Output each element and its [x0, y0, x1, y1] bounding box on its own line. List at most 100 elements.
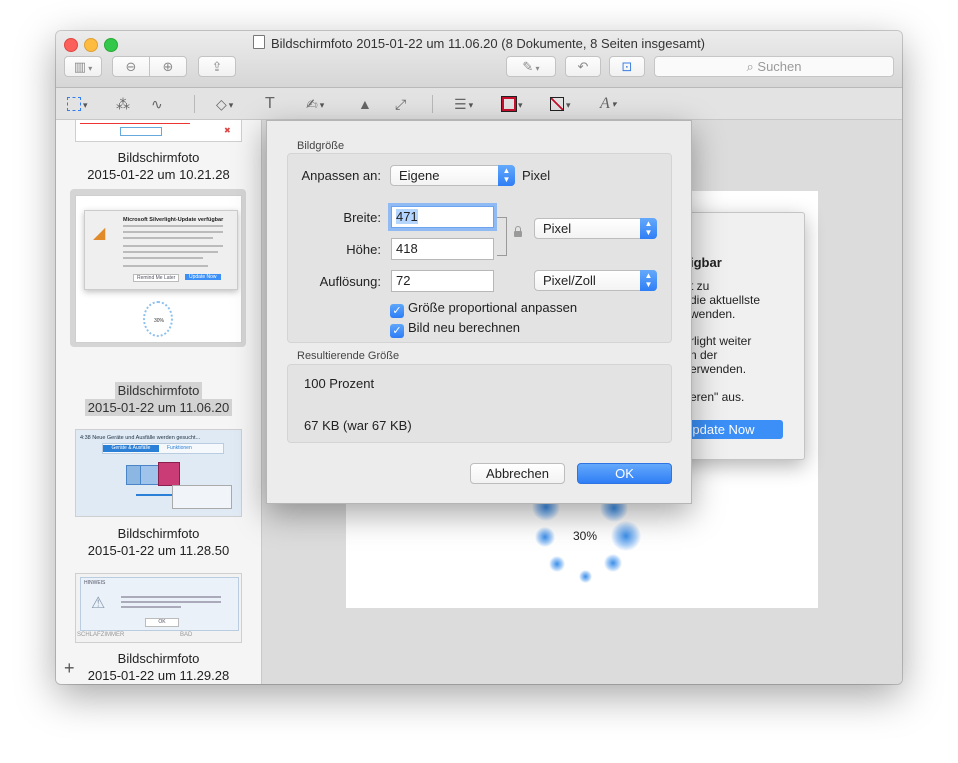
search-input[interactable]: ⌕ Suchen: [654, 56, 894, 77]
thumb-spinner: [143, 301, 173, 337]
toolbar-divider: [194, 95, 195, 113]
signature-tool[interactable]: ✍ ▾: [306, 94, 324, 114]
adjust-color-tool[interactable]: ▲: [358, 94, 372, 114]
border-color-tool[interactable]: ▾: [501, 94, 523, 114]
sidebar-toggle-button[interactable]: ▥ ▾: [64, 56, 102, 77]
height-field[interactable]: 418: [391, 238, 494, 260]
share-button[interactable]: ⇪: [198, 56, 236, 77]
width-field[interactable]: 471: [391, 206, 494, 228]
warning-icon: ⚠: [91, 595, 106, 612]
sketch-tool[interactable]: ∿: [151, 94, 163, 114]
resolution-field[interactable]: 72: [391, 270, 494, 292]
chevron-down-icon: ▾: [83, 100, 88, 110]
thumb-text-line: [121, 606, 181, 608]
share-icon: ⇪: [211, 59, 223, 74]
thumb-tabs: Geräte & Ausfälle Funktionen: [102, 443, 224, 454]
markup-toolbar-button[interactable]: ✎ ▾: [506, 56, 556, 77]
thumb-update-button: Update Now: [185, 274, 221, 280]
resample-label: Bild neu berechnen: [408, 320, 521, 335]
resample-checkbox[interactable]: ✓ Bild neu berechnen: [390, 320, 520, 338]
thumb-close-icon: ✖: [224, 126, 231, 135]
doc-text: n der: [690, 348, 718, 362]
spinner-dot: [579, 570, 592, 583]
thumb-link: [136, 494, 172, 496]
markup-toolbar: ▾ ⁂ ∿ ◇ ▾ T ✍ ▾ ▲ ⤢ ☰ ▾ ▾ ▾ A ▾: [56, 88, 902, 120]
chevron-down-icon: ▾: [566, 100, 571, 110]
doc-text: rlight weiter: [690, 334, 752, 348]
size-unit-select[interactable]: Pixel ▲ ▼: [534, 218, 657, 239]
result-file-size: 67 KB (war 67 KB): [304, 418, 412, 433]
adjust-size-tool[interactable]: ⤢: [395, 94, 406, 114]
result-percent: 100 Prozent: [304, 376, 375, 391]
height-value: 418: [396, 241, 418, 256]
zoom-in-button[interactable]: ⊕: [149, 56, 187, 77]
rotate-button[interactable]: ↶: [565, 56, 601, 77]
search-icon: ⌕: [746, 59, 754, 74]
chevron-down-icon: ▾: [611, 99, 617, 109]
result-size-panel: 100 Prozent 67 KB (war 67 KB): [287, 364, 672, 443]
fit-to-value: Eigene: [399, 168, 440, 183]
title-bar: Bildschirmfoto 2015-01-22 um 11.06.20 (8…: [56, 31, 902, 88]
text-tool[interactable]: T: [265, 94, 275, 114]
thumb-date: 2015-01-22 um 11.29.28: [87, 668, 230, 683]
shapes-icon: ◇: [216, 96, 227, 112]
thumb-text-line: [123, 245, 223, 247]
thumbnail-3[interactable]: 4:38 Neue Geräte und Ausfälle werden ges…: [75, 429, 242, 517]
thumb-text-line: [123, 265, 208, 267]
thumb-tab: Funktionen: [167, 445, 192, 451]
chevron-down-icon: ▾: [518, 100, 523, 110]
toolbar-divider: [432, 95, 433, 113]
resolution-value: 72: [396, 273, 411, 288]
toolbox-button[interactable]: ⊡: [609, 56, 645, 77]
thumbnail-2[interactable]: Microsoft Silverlight-Update verfügbar ◢…: [75, 195, 242, 343]
lock-icon[interactable]: [514, 226, 522, 237]
fit-to-label: Anpassen an:: [301, 168, 381, 183]
zoom-in-icon: ⊕: [162, 59, 174, 74]
doc-text: igbar: [690, 255, 722, 270]
fill-color-icon: [550, 97, 564, 111]
thumbnail-4[interactable]: HINWEIS ⚠ OK SCHLAFZIMMER BAD: [75, 573, 242, 643]
image-size-section-label: Bildgröße: [297, 140, 345, 152]
shapes-tool[interactable]: ◇ ▾: [216, 94, 233, 114]
thumb-room-label: SCHLAFZIMMER: [77, 632, 125, 638]
zoom-out-icon: ⊖: [125, 59, 137, 74]
select-arrows-icon: ▲ ▼: [498, 165, 515, 186]
chevron-down-icon: ▾: [319, 100, 325, 110]
doc-text: die aktuellste: [690, 293, 761, 307]
thumb-room-label: BAD: [180, 632, 193, 638]
select-arrows-icon: ▲ ▼: [640, 218, 657, 239]
sketch-icon: ∿: [151, 96, 163, 112]
rotate-icon: ↶: [577, 59, 589, 74]
zoom-out-button[interactable]: ⊖: [112, 56, 150, 77]
silverlight-logo-icon: ◢: [93, 225, 106, 242]
doc-text: erwenden.: [690, 362, 747, 376]
spinner-dot: [611, 521, 641, 551]
fill-color-tool[interactable]: ▾: [550, 94, 571, 114]
height-label: Höhe:: [346, 242, 381, 257]
thumb-name: Bildschirmfoto: [117, 150, 200, 165]
chevron-down-icon: ▾: [533, 64, 540, 73]
thumb-header: 4:38 Neue Geräte und Ausfälle werden ges…: [80, 435, 201, 441]
thumb-date: 2015-01-22 um 10.21.28: [87, 167, 230, 182]
ok-button[interactable]: OK: [577, 463, 672, 484]
thumbnail-1[interactable]: ✖: [75, 120, 242, 142]
thumb-date: 2015-01-22 um 11.28.50: [87, 543, 230, 558]
proportional-checkbox[interactable]: ✓ Größe proportional anpassen: [390, 300, 577, 318]
thumb-text-line: [123, 257, 203, 259]
cancel-button[interactable]: Abbrechen: [470, 463, 565, 484]
markup-icon: ✎: [522, 59, 534, 74]
thumb-name: Bildschirmfoto: [114, 382, 203, 399]
rect-select-tool[interactable]: ▾: [67, 94, 88, 114]
fit-to-select[interactable]: Eigene ▲ ▼: [390, 165, 515, 186]
instant-alpha-tool[interactable]: ⁂: [116, 94, 130, 114]
add-page-button[interactable]: +: [64, 658, 75, 679]
line-style-tool[interactable]: ☰ ▾: [454, 94, 473, 114]
chevron-down-icon: ▾: [86, 64, 93, 73]
thumb-ok-button: OK: [145, 618, 179, 627]
font-style-tool[interactable]: A ▾: [600, 94, 616, 114]
thumb-dialog: HINWEIS ⚠ OK: [80, 577, 239, 631]
resolution-unit-select[interactable]: Pixel/Zoll ▲ ▼: [534, 270, 657, 291]
fit-to-unit-label: Pixel: [522, 168, 551, 183]
link-bracket: [497, 217, 507, 256]
sidebar-icon: ▥: [73, 59, 87, 74]
